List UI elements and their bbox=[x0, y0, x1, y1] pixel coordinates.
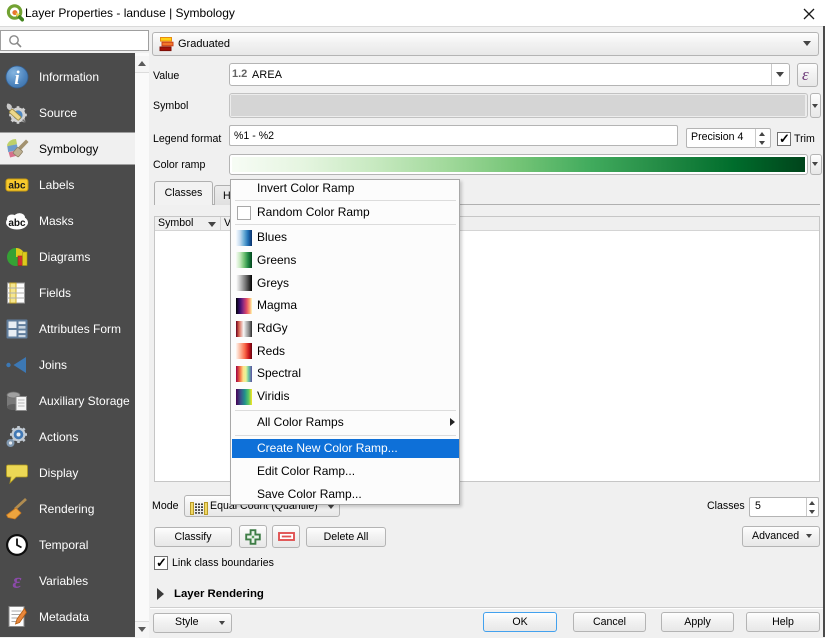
svg-text:abc: abc bbox=[8, 180, 26, 191]
svg-text:ε: ε bbox=[12, 569, 21, 593]
svg-text:i: i bbox=[14, 68, 20, 89]
svg-text:abc: abc bbox=[8, 218, 26, 229]
